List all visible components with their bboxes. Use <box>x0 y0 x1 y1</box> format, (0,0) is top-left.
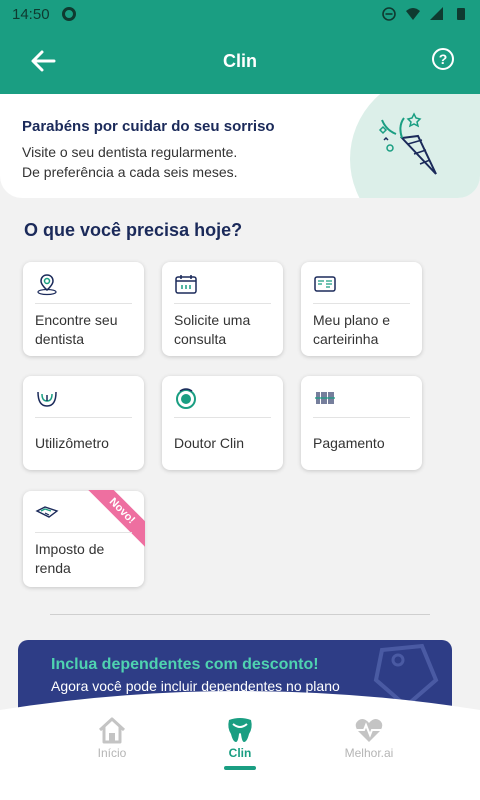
nav-label-melhor-ai: Melhor.ai <box>344 746 394 760</box>
card-label: Imposto de renda <box>35 541 105 576</box>
tax-document-icon <box>35 506 59 518</box>
location-pin-icon <box>37 274 57 296</box>
card-label: Encontre seu dentista <box>35 312 118 347</box>
party-popper-icon <box>378 112 437 175</box>
nav-item-clin[interactable]: Clin <box>190 716 290 770</box>
settings-gear-icon <box>61 7 76 21</box>
bottom-navigation: Início Clin Melhor.ai <box>0 682 480 800</box>
wifi-icon <box>406 8 420 20</box>
card-divider <box>313 303 410 304</box>
battery-icon <box>457 8 465 20</box>
gauge-icon <box>37 391 57 407</box>
card-find-dentist[interactable]: Encontre seu dentista <box>23 262 144 356</box>
card-label: Utilizômetro <box>35 435 109 451</box>
app-bar-title: Clin <box>223 50 257 71</box>
card-divider <box>35 532 132 533</box>
card-label: Pagamento <box>313 435 385 451</box>
card-doutor-clin[interactable]: Doutor Clin <box>162 376 283 470</box>
active-tab-indicator <box>224 766 256 770</box>
tooth-icon <box>228 718 252 742</box>
card-plan-and-card[interactable]: Meu plano e carteirinha <box>301 262 422 356</box>
promo-title: Inclua dependentes com desconto! <box>51 656 319 673</box>
nav-label-clin: Clin <box>228 746 252 760</box>
status-time: 14:50 <box>12 5 50 23</box>
app-bar: Clin ? <box>0 28 480 94</box>
banner-headline: Parabéns por cuidar do seu sorriso <box>22 118 275 135</box>
id-card-icon <box>314 276 336 292</box>
card-label: Solicite uma consulta <box>174 312 251 347</box>
banner-line-2: De preferência a cada seis meses. <box>22 164 238 180</box>
card-label: Doutor Clin <box>174 435 245 451</box>
card-divider <box>174 417 271 418</box>
barcode-icon <box>315 392 335 404</box>
card-divider <box>35 417 132 418</box>
nav-item-melhor-ai[interactable]: Melhor.ai <box>319 716 419 760</box>
calendar-icon <box>175 275 197 294</box>
card-request-appointment[interactable]: Solicite uma consulta <box>162 262 283 356</box>
home-icon <box>98 717 126 744</box>
nav-label-home: Início <box>97 746 127 760</box>
help-icon[interactable]: ? <box>432 48 454 70</box>
card-divider <box>313 417 410 418</box>
do-not-disturb-icon <box>382 7 396 21</box>
nav-item-home[interactable]: Início <box>62 716 162 760</box>
status-bar: 14:50 <box>0 0 480 28</box>
card-label: Meu plano e carteirinha <box>313 312 391 347</box>
banner-line-1: Visite o seu dentista regularmente. <box>22 144 238 160</box>
doutor-clin-icon <box>176 388 196 409</box>
section-divider <box>50 614 430 615</box>
heart-pulse-icon <box>355 719 383 742</box>
greeting-banner: Parabéns por cuidar do seu sorriso Visit… <box>0 94 480 198</box>
card-divider <box>35 303 132 304</box>
status-icons <box>382 7 468 21</box>
card-payment[interactable]: Pagamento <box>301 376 422 470</box>
card-utilizometro[interactable]: Utilizômetro <box>23 376 144 470</box>
signal-icon <box>430 7 443 20</box>
back-arrow-icon[interactable] <box>30 48 56 74</box>
card-income-tax[interactable]: Novo! Imposto de renda <box>23 490 145 587</box>
section-title: O que você precisa hoje? <box>24 220 243 240</box>
card-divider <box>174 303 271 304</box>
